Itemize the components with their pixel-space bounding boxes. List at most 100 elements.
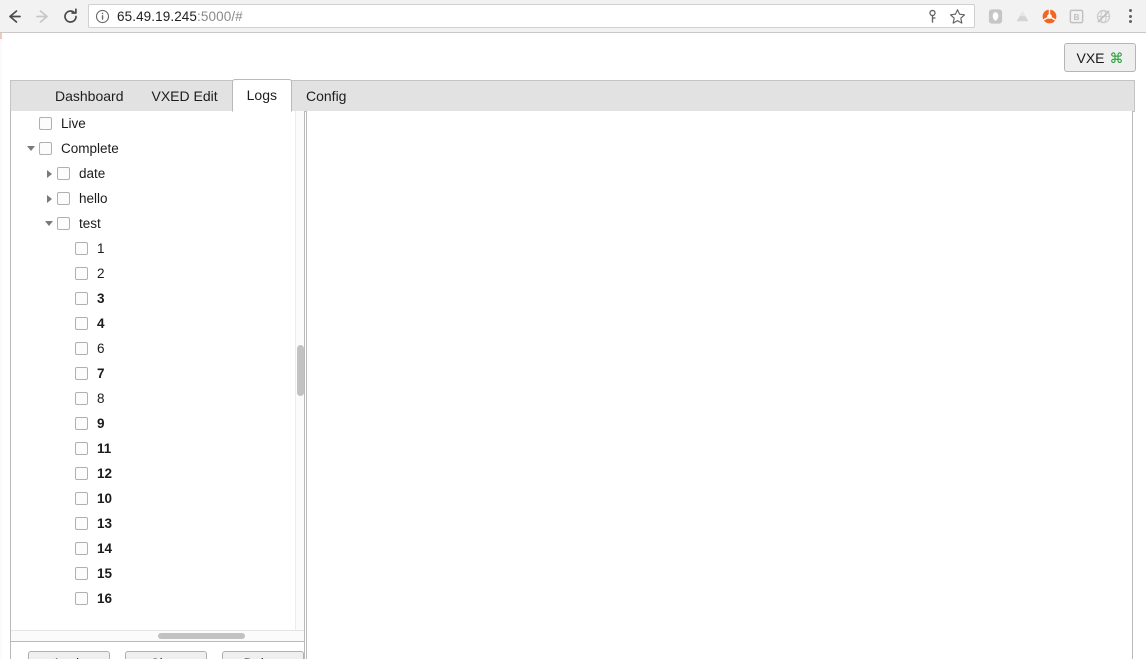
tree-item-label: test bbox=[79, 216, 101, 231]
tree-item-checkbox[interactable] bbox=[75, 442, 88, 455]
tree-item-label: 12 bbox=[97, 466, 113, 481]
web-page: VXE ⌘ Dashboard VXED Edit Logs Config Li… bbox=[0, 33, 1146, 659]
tree-item-checkbox[interactable] bbox=[75, 542, 88, 555]
reload-button[interactable] bbox=[56, 2, 84, 30]
tree-item-label: hello bbox=[79, 191, 108, 206]
tree-item-label: 2 bbox=[97, 266, 105, 281]
three-dot-menu-icon[interactable] bbox=[1120, 5, 1140, 27]
tree-item-label: 9 bbox=[97, 416, 105, 431]
browser-toolbar: 65.49.19.245:5000/# B bbox=[0, 0, 1146, 33]
vxe-button-label: VXE bbox=[1076, 49, 1105, 66]
tree-row[interactable]: 1 bbox=[11, 236, 304, 261]
log-tree-panel: Live Complete date hello test 1 2 3 4 6 7 8 9 11 12 10 1… bbox=[10, 111, 305, 659]
tree-row[interactable]: 3 bbox=[11, 286, 304, 311]
tab-dashboard[interactable]: Dashboard bbox=[41, 81, 138, 111]
tree-item-checkbox[interactable] bbox=[75, 242, 88, 255]
tree-row[interactable]: 14 bbox=[11, 536, 304, 561]
tab-config[interactable]: Config bbox=[292, 81, 360, 111]
tree-row[interactable]: 2 bbox=[11, 261, 304, 286]
tree-item-label: 16 bbox=[97, 591, 113, 606]
tree-row[interactable]: 15 bbox=[11, 561, 304, 586]
page-info-icon[interactable] bbox=[95, 9, 110, 24]
tree-item-label: 8 bbox=[97, 391, 105, 406]
tree-horizontal-scrollbar-thumb[interactable] bbox=[157, 633, 246, 639]
tree-item-checkbox[interactable] bbox=[75, 292, 88, 305]
address-bar[interactable]: 65.49.19.245:5000/# bbox=[88, 4, 975, 28]
tree-row[interactable]: 10 bbox=[11, 486, 304, 511]
tree-vertical-scrollbar[interactable] bbox=[295, 111, 304, 630]
tree-item-label: 11 bbox=[97, 441, 112, 456]
tree-item-label: 13 bbox=[97, 516, 113, 531]
orange-circle-extension-icon[interactable] bbox=[1041, 8, 1058, 25]
tree-row[interactable]: 11 bbox=[11, 436, 304, 461]
tree-row[interactable]: Live bbox=[11, 111, 304, 136]
tree-row[interactable]: 13 bbox=[11, 511, 304, 536]
tree-action-bar: Apply Clear Delete bbox=[11, 641, 304, 659]
tree-row[interactable]: 12 bbox=[11, 461, 304, 486]
tree-item-label: 15 bbox=[97, 566, 113, 581]
tree-item-checkbox[interactable] bbox=[75, 342, 88, 355]
log-content-panel[interactable] bbox=[306, 111, 1133, 659]
vxe-button[interactable]: VXE ⌘ bbox=[1064, 43, 1136, 72]
svg-text:B: B bbox=[1074, 12, 1080, 21]
url-path: :5000/# bbox=[197, 8, 243, 24]
forward-button[interactable] bbox=[28, 2, 56, 30]
chevron-right-icon[interactable] bbox=[41, 186, 57, 211]
tree-row[interactable]: test bbox=[11, 211, 304, 236]
star-icon[interactable] bbox=[949, 8, 966, 25]
tree-item-checkbox[interactable] bbox=[75, 317, 88, 330]
tab-vxed-edit[interactable]: VXED Edit bbox=[138, 81, 232, 111]
clear-button[interactable]: Clear bbox=[125, 650, 207, 659]
tree-item-checkbox[interactable] bbox=[75, 392, 88, 405]
tree-vertical-scrollbar-thumb[interactable] bbox=[297, 344, 304, 397]
back-button[interactable] bbox=[0, 2, 28, 30]
tree-item-checkbox[interactable] bbox=[57, 192, 70, 205]
tree-item-checkbox[interactable] bbox=[75, 517, 88, 530]
apply-button[interactable]: Apply bbox=[28, 650, 110, 659]
tree-scroll-area: Live Complete date hello test 1 2 3 4 6 7 8 9 11 12 10 1… bbox=[11, 111, 304, 630]
tab-logs[interactable]: Logs bbox=[231, 79, 292, 112]
b-badge-extension-icon[interactable]: B bbox=[1068, 8, 1085, 25]
tree-item-label: 14 bbox=[97, 541, 113, 556]
tree-item-checkbox[interactable] bbox=[75, 467, 88, 480]
chevron-down-icon[interactable] bbox=[41, 211, 57, 236]
tree-row[interactable]: 16 bbox=[11, 586, 304, 611]
tree-item-checkbox[interactable] bbox=[57, 217, 70, 230]
tree-row[interactable]: date bbox=[11, 161, 304, 186]
tree-item-checkbox[interactable] bbox=[75, 367, 88, 380]
back-arrow-icon bbox=[8, 9, 21, 23]
chevron-right-icon[interactable] bbox=[41, 161, 57, 186]
drive-extension-icon[interactable] bbox=[1014, 8, 1031, 25]
tree-row[interactable]: hello bbox=[11, 186, 304, 211]
tree-item-checkbox[interactable] bbox=[75, 492, 88, 505]
url-host: 65.49.19.245 bbox=[117, 8, 198, 24]
tree-item-checkbox[interactable] bbox=[57, 167, 70, 180]
tree-horizontal-scrollbar[interactable] bbox=[11, 630, 304, 641]
extension-icons: B bbox=[981, 8, 1120, 25]
tree-item-checkbox[interactable] bbox=[39, 117, 52, 130]
tree-row[interactable]: 9 bbox=[11, 411, 304, 436]
chevron-down-icon[interactable] bbox=[23, 136, 39, 161]
key-icon[interactable] bbox=[925, 9, 940, 24]
shield-extension-icon[interactable] bbox=[987, 8, 1004, 25]
forward-arrow-icon bbox=[35, 9, 48, 23]
tree-item-checkbox[interactable] bbox=[75, 592, 88, 605]
tree-row[interactable]: 6 bbox=[11, 336, 304, 361]
tree-row[interactable]: 7 bbox=[11, 361, 304, 386]
menu-dot bbox=[1128, 14, 1132, 18]
reload-icon bbox=[63, 7, 77, 23]
tree-row[interactable]: Complete bbox=[11, 136, 304, 161]
tree-item-checkbox[interactable] bbox=[39, 142, 52, 155]
tree-row[interactable]: 8 bbox=[11, 386, 304, 411]
log-tree: Live Complete date hello test 1 2 3 4 6 7 8 9 11 12 10 1… bbox=[11, 111, 304, 611]
delete-button[interactable]: Delete bbox=[222, 650, 304, 659]
tree-row[interactable]: 4 bbox=[11, 311, 304, 336]
tree-item-checkbox[interactable] bbox=[75, 417, 88, 430]
tree-item-label: 4 bbox=[97, 316, 105, 331]
tree-item-label: Complete bbox=[61, 141, 119, 156]
menu-dot bbox=[1128, 9, 1132, 12]
blocked-globe-extension-icon[interactable] bbox=[1095, 8, 1112, 25]
tree-item-checkbox[interactable] bbox=[75, 567, 88, 580]
tree-item-label: 6 bbox=[97, 341, 105, 356]
tree-item-checkbox[interactable] bbox=[75, 267, 88, 280]
